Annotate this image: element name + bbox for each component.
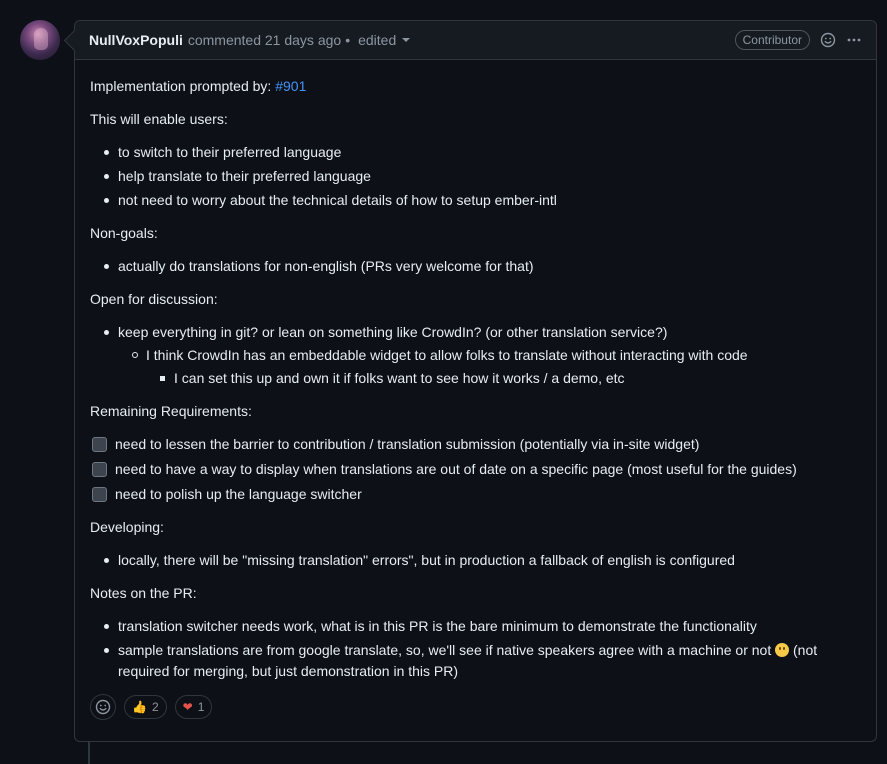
- chevron-down-icon: [402, 38, 411, 42]
- list-item: help translate to their preferred langua…: [104, 166, 861, 187]
- reactions-bar: 👍 2 ❤ 1: [90, 694, 861, 720]
- comment-timestamp[interactable]: commented 21 days ago: [188, 32, 341, 48]
- list-item: keep everything in git? or lean on somet…: [104, 322, 861, 389]
- notes-list: translation switcher needs work, what is…: [90, 616, 861, 682]
- developing-heading: Developing:: [90, 519, 164, 535]
- notes-item-2-text: sample translations are from google tran…: [118, 642, 772, 658]
- discussion-subsublist: I can set this up and own it if folks wa…: [146, 368, 861, 389]
- comment-header: NullVoxPopuli commented 21 days ago • ed…: [75, 21, 876, 60]
- discussion-item-text: keep everything in git? or lean on somet…: [118, 324, 668, 340]
- list-item: I can set this up and own it if folks wa…: [160, 368, 861, 389]
- requirements-task-list: need to lessen the barrier to contributi…: [90, 434, 861, 505]
- upside-down-face-icon: [775, 643, 790, 657]
- smiley-icon[interactable]: [820, 32, 836, 48]
- role-badge: Contributor: [734, 30, 810, 50]
- discussion-heading: Open for discussion:: [90, 291, 218, 307]
- edited-dropdown[interactable]: edited: [358, 32, 411, 48]
- kebab-horizontal-icon[interactable]: [846, 32, 862, 48]
- comment-body: Implementation prompted by: #901 This wi…: [75, 60, 876, 720]
- nongoals-heading: Non-goals:: [90, 225, 158, 241]
- enable-list: to switch to their preferred language he…: [90, 142, 861, 211]
- issue-link[interactable]: #901: [275, 78, 306, 94]
- list-item: to switch to their preferred language: [104, 142, 861, 163]
- intro-paragraph: Implementation prompted by: #901: [90, 76, 861, 97]
- requirements-heading: Remaining Requirements:: [90, 403, 252, 419]
- list-item: translation switcher needs work, what is…: [104, 616, 861, 637]
- reaction-heart[interactable]: ❤ 1: [174, 695, 213, 719]
- nongoals-list: actually do translations for non-english…: [90, 256, 861, 277]
- task-checkbox[interactable]: [92, 462, 107, 477]
- reaction-count: 1: [197, 699, 205, 714]
- edited-label: edited: [358, 32, 397, 48]
- smiley-icon: [95, 699, 111, 715]
- comment-card: NullVoxPopuli commented 21 days ago • ed…: [74, 20, 877, 742]
- reaction-count: 2: [151, 699, 159, 714]
- list-item: locally, there will be "missing translat…: [104, 550, 861, 571]
- list-item: actually do translations for non-english…: [104, 256, 861, 277]
- task-checkbox[interactable]: [92, 487, 107, 502]
- task-item: need to polish up the language switcher: [92, 484, 861, 505]
- discussion-sub-text: I think CrowdIn has an embeddable widget…: [146, 347, 748, 363]
- task-label: need to have a way to display when trans…: [115, 461, 797, 477]
- intro-label: Implementation prompted by:: [90, 78, 272, 94]
- task-checkbox[interactable]: [92, 437, 107, 452]
- list-item: I think CrowdIn has an embeddable widget…: [132, 345, 861, 389]
- list-item: not need to worry about the technical de…: [104, 190, 861, 211]
- add-reaction-button[interactable]: [90, 694, 116, 720]
- reaction-thumbs-up[interactable]: 👍 2: [124, 695, 167, 719]
- list-item: sample translations are from google tran…: [104, 640, 861, 682]
- thumbs-up-icon: 👍: [132, 699, 147, 714]
- discussion-list: keep everything in git? or lean on somet…: [90, 322, 861, 389]
- author-avatar[interactable]: [20, 20, 60, 60]
- enable-heading: This will enable users:: [90, 111, 228, 127]
- task-item: need to have a way to display when trans…: [92, 459, 861, 480]
- author-link[interactable]: NullVoxPopuli: [89, 32, 183, 48]
- timeline-connector: [88, 741, 90, 764]
- notes-heading: Notes on the PR:: [90, 585, 197, 601]
- meta-separator: •: [345, 32, 351, 48]
- task-label: need to lessen the barrier to contributi…: [115, 436, 700, 452]
- task-item: need to lessen the barrier to contributi…: [92, 434, 861, 455]
- heart-icon: ❤: [182, 699, 193, 714]
- developing-list: locally, there will be "missing translat…: [90, 550, 861, 571]
- task-label: need to polish up the language switcher: [115, 486, 362, 502]
- header-actions: Contributor: [734, 30, 862, 50]
- discussion-sublist: I think CrowdIn has an embeddable widget…: [118, 345, 861, 389]
